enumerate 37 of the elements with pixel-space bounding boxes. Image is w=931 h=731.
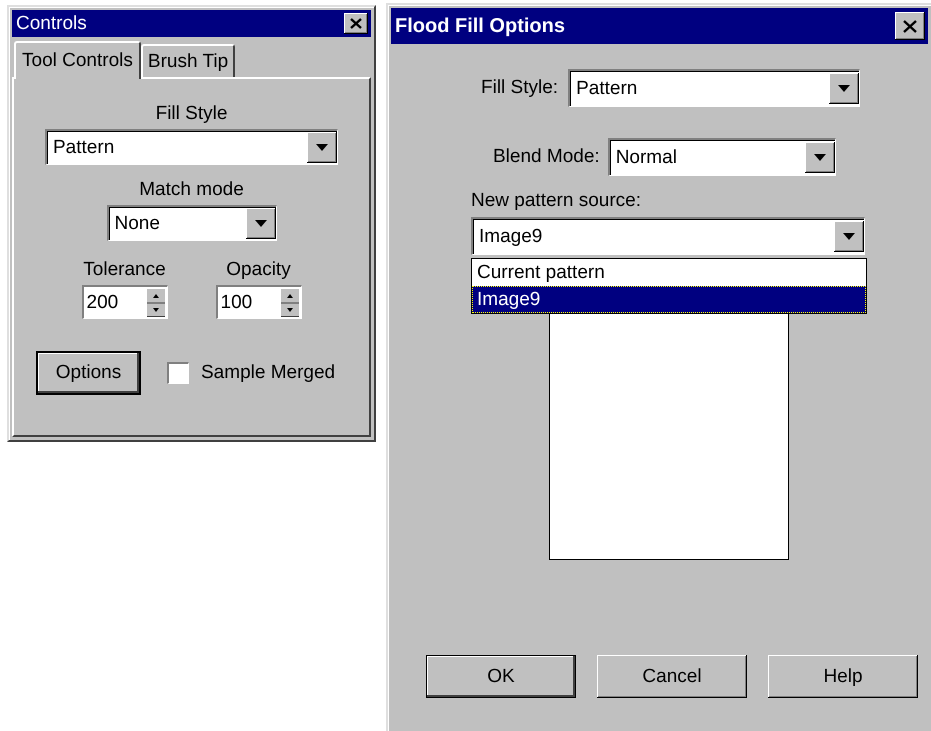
sample-merged-label: Sample Merged bbox=[201, 362, 336, 384]
fill-style-dropdown[interactable]: Pattern bbox=[568, 69, 860, 107]
blend-mode-dropdown[interactable]: Normal bbox=[608, 138, 836, 176]
ok-button[interactable]: OK bbox=[426, 655, 576, 698]
close-icon bbox=[903, 20, 917, 32]
pattern-source-dropdown[interactable]: Image9 bbox=[471, 217, 865, 255]
fill-style-dropdown[interactable]: Pattern bbox=[45, 129, 338, 165]
blend-mode-label: Blend Mode: bbox=[493, 146, 600, 168]
tab[interactable]: Tool Controls bbox=[14, 41, 141, 79]
tolerance-label: Tolerance bbox=[83, 259, 166, 281]
dialog-title: Flood Fill Options bbox=[395, 14, 565, 38]
close-button[interactable] bbox=[895, 12, 925, 40]
caret-icon bbox=[254, 220, 266, 227]
checkbox[interactable] bbox=[167, 362, 189, 384]
tab[interactable]: Brush Tip bbox=[140, 44, 236, 77]
match-mode-dropdown[interactable]: None bbox=[106, 205, 276, 241]
dropdown-option[interactable]: Current pattern bbox=[472, 259, 866, 286]
tolerance-spinner[interactable]: 200 bbox=[82, 285, 168, 319]
window-title: Controls bbox=[16, 12, 87, 34]
fill-style-label: Fill Style bbox=[156, 103, 228, 125]
opacity-spinner[interactable]: 100 bbox=[216, 285, 302, 319]
match-mode-label: Match mode bbox=[139, 179, 244, 201]
dropdown-option[interactable]: Image9 bbox=[472, 286, 866, 313]
spin-arrows-icon bbox=[146, 288, 164, 316]
pattern-source-label: New pattern source: bbox=[471, 190, 642, 212]
options-button[interactable]: Options bbox=[36, 351, 141, 395]
fill-style-label: Fill Style: bbox=[481, 77, 558, 99]
spin-arrows-icon bbox=[280, 288, 298, 316]
cancel-button[interactable]: Cancel bbox=[597, 655, 747, 698]
close-icon bbox=[350, 18, 362, 29]
close-button[interactable] bbox=[344, 13, 368, 34]
opacity-label: Opacity bbox=[226, 259, 291, 281]
caret-icon bbox=[814, 154, 826, 161]
help-button[interactable]: Help bbox=[768, 655, 918, 698]
caret-icon bbox=[838, 85, 850, 92]
caret-icon bbox=[316, 144, 328, 151]
caret-icon bbox=[843, 233, 855, 240]
